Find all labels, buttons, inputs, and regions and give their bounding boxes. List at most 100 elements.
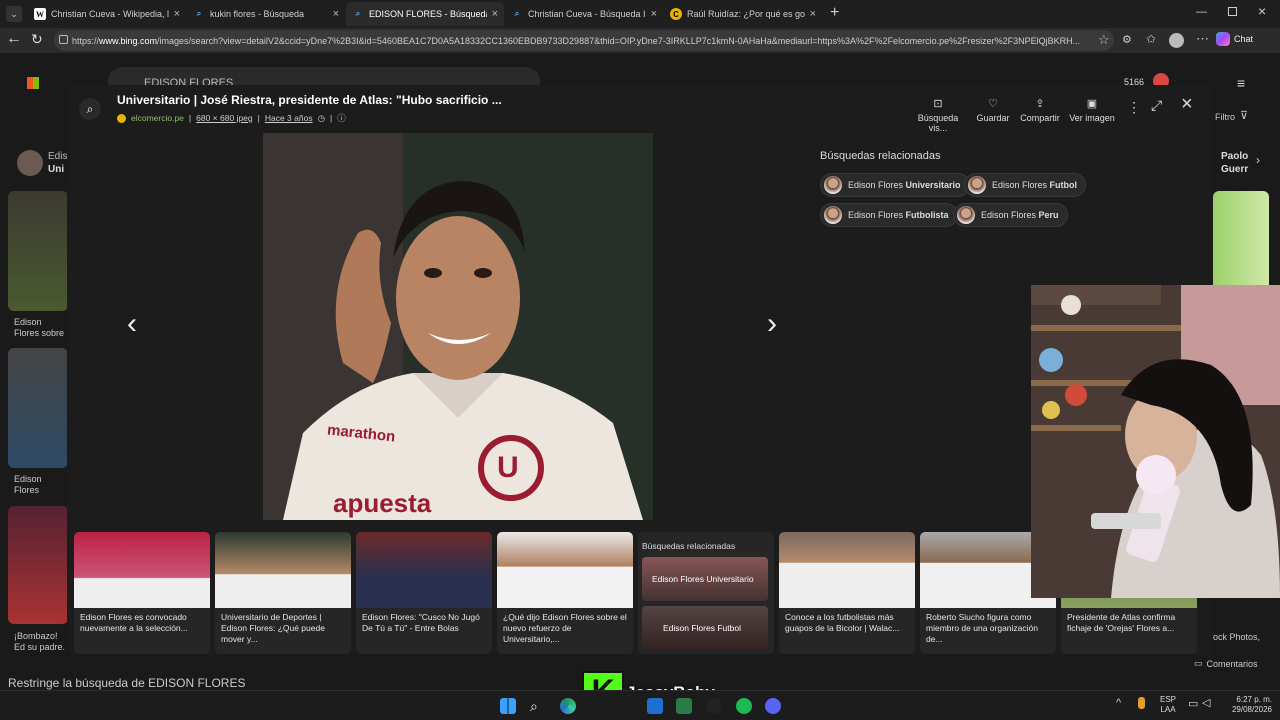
copilot-chat-button[interactable]: Chat	[1216, 32, 1253, 46]
related-searches-card[interactable]: Búsquedas relacionadas Edison Flores Uni…	[638, 532, 774, 654]
image-title[interactable]: Universitario | José Riestra, presidente…	[117, 93, 502, 107]
thumbnail-card[interactable]: Edison Flores: "Cusco No Jugó De Tú a Tú…	[356, 532, 492, 654]
filter-icon[interactable]: ⊽	[1240, 109, 1248, 122]
background-caption: ¡Bombazo! Ed su padre. "El	[14, 631, 66, 652]
chip-line: Guerr	[1221, 164, 1249, 175]
jersey-crest: U	[497, 451, 519, 484]
chip-bold: Universitario	[905, 180, 961, 190]
search-icon[interactable]: ⌕	[530, 698, 546, 714]
info-icon[interactable]: ⓘ	[337, 112, 346, 124]
avatar	[17, 150, 43, 176]
tab-christian-cueva-images[interactable]: ⌕ Christian Cueva - Búsqueda Imág ×	[505, 2, 663, 26]
elcomercio-icon: C	[670, 8, 682, 20]
main-image[interactable]: marathon apuesta U	[263, 133, 653, 520]
related-card-title: Búsquedas relacionadas	[642, 541, 736, 551]
tab-list-dropdown-icon[interactable]: ⌄	[6, 6, 22, 22]
close-window-icon[interactable]: ×	[1258, 3, 1266, 19]
network-icon[interactable]: ▭	[1188, 697, 1198, 710]
image-meta: elcomercio.pe | 680 × 680 jpeg | Hace 3 …	[117, 112, 346, 124]
store-icon[interactable]	[676, 698, 692, 714]
tab-kukin-flores[interactable]: ⌕ kukin flores - Búsqueda ×	[187, 2, 345, 26]
new-tab-icon[interactable]: +	[830, 4, 839, 22]
filter-label[interactable]: Filtro	[1215, 112, 1235, 122]
related-chip-universitario[interactable]: Edison Flores Universitario	[820, 173, 970, 197]
background-image-card[interactable]	[8, 348, 68, 468]
view-image-button[interactable]: ▣ Ver imagen	[1067, 97, 1117, 123]
next-image-icon[interactable]: ›	[767, 307, 777, 341]
previous-image-icon[interactable]: ‹	[127, 307, 137, 341]
refresh-icon[interactable]: ↻	[31, 31, 43, 48]
tab-christian-cueva-wikipedia[interactable]: W Christian Cueva - Wikipedia, la enc ×	[28, 2, 186, 26]
discord-icon[interactable]	[765, 698, 781, 714]
source-link[interactable]: elcomercio.pe	[131, 113, 184, 123]
language-code: ESP	[1160, 695, 1177, 704]
site-info-icon[interactable]	[59, 35, 68, 44]
related-chip-futbol[interactable]: Edison Flores Futbol	[964, 173, 1087, 197]
avatar[interactable]	[1169, 33, 1184, 48]
edge-icon[interactable]	[560, 698, 576, 714]
spotify-icon[interactable]	[736, 698, 752, 714]
comments-label: Comentarios	[1206, 658, 1258, 669]
address-bar[interactable]: https://www.bing.com/images/search?view=…	[54, 30, 1114, 51]
background-related-chip-right[interactable]: Paolo Guerr	[1213, 147, 1273, 181]
related-card-item[interactable]: Edison Flores Futbol	[642, 606, 768, 650]
thumbnail-image	[356, 532, 492, 608]
background-image-card[interactable]	[8, 506, 68, 624]
image-age[interactable]: Hace 3 años	[265, 113, 313, 123]
more-options-icon[interactable]: ⋮	[1127, 99, 1141, 116]
thumbnail-image	[74, 532, 210, 608]
chat-label: Chat	[1234, 34, 1254, 44]
clock[interactable]: 6:27 p. m. 29/08/2026	[1224, 695, 1272, 715]
share-button[interactable]: ⇪ Compartir	[1018, 97, 1062, 123]
close-viewer-icon[interactable]: ×	[1181, 93, 1193, 116]
thumbnail-card[interactable]: ¿Qué dijo Edison Flores sobre el nuevo r…	[497, 532, 633, 654]
tab-edison-flores[interactable]: ⌕ EDISON FLORES - Búsqueda Imág ×	[346, 2, 504, 26]
show-hidden-icons-icon[interactable]: ^	[1116, 697, 1121, 709]
image-dimensions[interactable]: 680 × 680 jpeg	[196, 113, 252, 123]
thumbnail-caption: ¿Qué dijo Edison Flores sobre el nuevo r…	[503, 612, 627, 644]
favorite-star-icon[interactable]: ☆	[1098, 32, 1110, 48]
webcam-overlay	[1031, 285, 1280, 598]
thumbnail-caption: Universitario de Deportes | Edison Flore…	[221, 612, 325, 644]
chip-bold: Futbolista	[905, 210, 949, 220]
favorites-icon[interactable]: ✩	[1146, 32, 1156, 46]
related-chip-peru[interactable]: Edison Flores Peru	[953, 203, 1068, 227]
extensions-icon[interactable]: ⚙	[1122, 33, 1132, 46]
bing-search-icon: ⌕	[355, 9, 361, 18]
close-tab-icon[interactable]: ×	[810, 8, 816, 20]
scroll-right-icon[interactable]: ›	[1256, 153, 1260, 167]
outlook-icon[interactable]	[647, 698, 663, 714]
minimize-icon[interactable]: —	[1196, 6, 1207, 18]
visual-search-button[interactable]: ⊡ Búsqueda vis...	[908, 97, 968, 133]
steam-icon[interactable]	[706, 698, 722, 714]
background-related-chip-left[interactable]: Edis Uni	[14, 147, 74, 181]
refine-search-text: Restringe la búsqueda de EDISON FLORES	[8, 676, 246, 690]
related-card-item[interactable]: Edison Flores Universitario	[642, 557, 768, 601]
restore-icon[interactable]	[1228, 7, 1237, 16]
viewer-search-icon[interactable]: ⌕	[79, 98, 101, 120]
more-icon[interactable]: ⋯	[1196, 31, 1209, 47]
chip-avatar	[957, 206, 975, 224]
thumbnail-card[interactable]: Conoce a los futbolistas más guapos de l…	[779, 532, 915, 654]
close-tab-icon[interactable]: ×	[333, 8, 339, 20]
close-tab-icon[interactable]: ×	[492, 8, 498, 20]
language-indicator[interactable]: ESP LAA	[1160, 695, 1176, 715]
microphone-icon[interactable]	[1138, 697, 1145, 709]
tab-raul-ruidiaz[interactable]: C Raúl Ruidíaz: ¿Por qué es goleado ×	[664, 2, 822, 26]
thumbnail-card[interactable]: Edison Flores es convocado nuevamente a …	[74, 532, 210, 654]
chip-prefix: Edison Flores	[981, 210, 1039, 220]
close-tab-icon[interactable]: ×	[651, 8, 657, 20]
related-chip-futbolista[interactable]: Edison Flores Futbolista	[820, 203, 958, 227]
thumbnail-card[interactable]: Universitario de Deportes | Edison Flore…	[215, 532, 351, 654]
save-button[interactable]: ♡ Guardar	[973, 97, 1013, 123]
background-caption: ock Photos,	[1213, 632, 1261, 642]
windows-start-icon[interactable]	[500, 698, 516, 714]
expand-icon[interactable]: ⤢	[1151, 97, 1162, 114]
menu-icon[interactable]: ≡	[1237, 75, 1245, 91]
volume-icon[interactable]: ◁	[1202, 696, 1210, 709]
background-image-card[interactable]	[8, 191, 68, 311]
close-tab-icon[interactable]: ×	[174, 8, 180, 20]
back-icon[interactable]: ←	[6, 30, 22, 48]
thumbnail-caption: Edison Flores: "Cusco No Jugó De Tú a Tú…	[362, 612, 480, 633]
comments-button[interactable]: ▭ Comentarios	[1194, 658, 1258, 669]
